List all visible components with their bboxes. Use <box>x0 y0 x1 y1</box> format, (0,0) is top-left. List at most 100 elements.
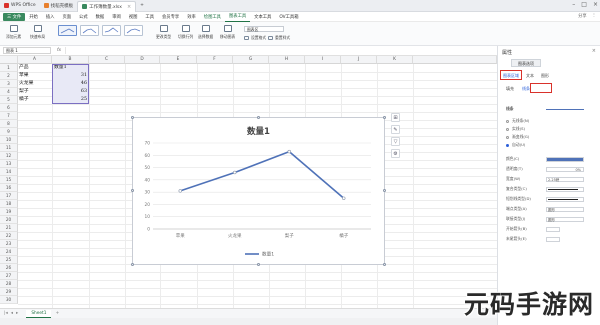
resize-handle-tl[interactable] <box>131 116 134 119</box>
close-tab-icon[interactable]: × <box>127 4 131 10</box>
row-header-11[interactable]: 11 <box>0 144 18 152</box>
cell-a1[interactable]: 产品 <box>19 64 52 72</box>
line-section-header[interactable]: 线条 <box>506 106 596 112</box>
row-header-29[interactable]: 29 <box>0 288 18 296</box>
row-header-1[interactable]: 1 <box>0 64 18 72</box>
cell-a3[interactable]: 火龙果 <box>19 80 52 88</box>
menu-efficiency[interactable]: 效率 <box>183 12 200 22</box>
col-header-a[interactable]: A <box>18 56 52 64</box>
row-header-10[interactable]: 10 <box>0 136 18 144</box>
new-tab-button[interactable]: + <box>136 1 148 11</box>
row-header-15[interactable]: 15 <box>0 176 18 184</box>
line-tab[interactable]: 线条 <box>522 86 530 92</box>
col-header-h[interactable]: H <box>269 56 305 64</box>
row-header-5[interactable]: 5 <box>0 96 18 104</box>
menu-review[interactable]: 审阅 <box>108 12 125 22</box>
quick-layout-button[interactable]: 快速布局 <box>30 25 45 40</box>
menu-insert[interactable]: 插入 <box>42 12 59 22</box>
chart-filter-icon[interactable]: ▽ <box>391 137 400 146</box>
add-sheet-button[interactable]: + <box>55 311 59 316</box>
chart-style-1[interactable] <box>58 25 77 36</box>
formula-input[interactable] <box>65 47 495 54</box>
sheet-nav-first-icon[interactable]: |◂ <box>4 311 8 316</box>
dash-select[interactable] <box>546 196 584 202</box>
resize-handle-b[interactable] <box>257 263 260 266</box>
row-header-23[interactable]: 23 <box>0 240 18 248</box>
tab-wps-office[interactable]: WPS Office <box>0 1 40 11</box>
row-header-3[interactable]: 3 <box>0 80 18 88</box>
close-window-icon[interactable]: × <box>593 1 598 8</box>
join-select[interactable]: 圆形 <box>546 216 584 222</box>
opt-auto-line[interactable]: 自动(U) <box>506 142 596 148</box>
reset-style-button[interactable]: 重置样式 <box>268 35 290 41</box>
col-header-g[interactable]: G <box>233 56 269 64</box>
menu-file[interactable]: 三 文件 <box>3 12 26 21</box>
tab-template[interactable]: 找稻壳模板 <box>40 1 78 11</box>
row-header-28[interactable]: 28 <box>0 280 18 288</box>
fill-tab[interactable]: 填充 <box>506 86 514 92</box>
line-chart[interactable]: 数量1 0 10 20 30 40 50 60 70 苹果 火龙果 梨子 橘子 数量1 <box>131 116 386 266</box>
transparency-input[interactable]: 0% <box>546 166 584 172</box>
row-header-18[interactable]: 18 <box>0 200 18 208</box>
end-arrow-select[interactable] <box>546 236 560 242</box>
row-header-9[interactable]: 9 <box>0 128 18 136</box>
chart-options-tab[interactable]: 图表选项 <box>511 59 541 67</box>
col-header-f[interactable]: F <box>197 56 233 64</box>
col-header-d[interactable]: D <box>125 56 160 64</box>
color-picker[interactable] <box>546 156 584 162</box>
cell-a5[interactable]: 橘子 <box>19 96 52 104</box>
resize-handle-r[interactable] <box>383 189 386 192</box>
menu-ov-toolbox[interactable]: OV工具箱 <box>275 12 302 22</box>
chart-element-select[interactable]: 图表区 <box>244 26 284 32</box>
row-header-12[interactable]: 12 <box>0 152 18 160</box>
chart-elements-icon[interactable]: ⊞ <box>391 113 400 122</box>
subtab-text[interactable]: 文本 <box>524 72 536 80</box>
subtab-shape[interactable]: 图形 <box>539 72 551 80</box>
chart-style-3[interactable] <box>102 25 121 36</box>
minimize-icon[interactable]: – <box>572 1 575 8</box>
select-all-corner[interactable] <box>0 56 18 64</box>
menu-view[interactable]: 视图 <box>125 12 142 22</box>
row-header-30[interactable]: 30 <box>0 296 18 304</box>
menu-drawing-tools[interactable]: 绘图工具 <box>200 12 225 22</box>
opt-no-line[interactable]: 无线条(N) <box>506 118 596 124</box>
resize-handle-tr[interactable] <box>383 116 386 119</box>
sheet-tab-sheet1[interactable]: Sheet1 <box>26 309 52 318</box>
row-header-6[interactable]: 6 <box>0 104 18 112</box>
col-header-k[interactable]: K <box>377 56 413 64</box>
row-header-21[interactable]: 21 <box>0 224 18 232</box>
row-header-19[interactable]: 19 <box>0 208 18 216</box>
menu-home[interactable]: 开始 <box>25 12 42 22</box>
menu-chart-tools[interactable]: 图表工具 <box>224 12 251 22</box>
chart-settings-icon[interactable]: ⚙ <box>391 149 400 158</box>
col-header-j[interactable]: J <box>341 56 377 64</box>
chart-style-2[interactable] <box>80 25 99 36</box>
menu-member[interactable]: 会员专享 <box>158 12 183 22</box>
add-element-button[interactable]: 添加元素 <box>6 25 21 40</box>
resize-handle-t[interactable] <box>257 116 260 119</box>
row-header-17[interactable]: 17 <box>0 192 18 200</box>
col-header-c[interactable]: C <box>89 56 125 64</box>
row-header-24[interactable]: 24 <box>0 248 18 256</box>
change-type-button[interactable]: 更改类型 <box>156 25 171 40</box>
switch-rowcol-button[interactable]: 切换行列 <box>178 25 193 40</box>
move-chart-button[interactable]: 移动图表 <box>220 25 235 40</box>
row-header-16[interactable]: 16 <box>0 184 18 192</box>
sheet-nav-prev-icon[interactable]: ◂ <box>11 311 13 316</box>
col-header-e[interactable]: E <box>160 56 197 64</box>
col-header-i[interactable]: I <box>305 56 341 64</box>
cell-a2[interactable]: 苹果 <box>19 72 52 80</box>
resize-handle-l[interactable] <box>131 189 134 192</box>
sheet-nav-next-icon[interactable]: ▸ <box>16 311 18 316</box>
row-header-13[interactable]: 13 <box>0 160 18 168</box>
cap-select[interactable]: 圆形 <box>546 206 584 212</box>
menu-text-tools[interactable]: 文本工具 <box>250 12 275 22</box>
panel-close-icon[interactable]: × <box>592 48 596 54</box>
menu-data[interactable]: 数据 <box>92 12 109 22</box>
cell-a4[interactable]: 梨子 <box>19 88 52 96</box>
row-header-25[interactable]: 25 <box>0 256 18 264</box>
row-header-26[interactable]: 26 <box>0 264 18 272</box>
resize-handle-br[interactable] <box>383 263 386 266</box>
select-data-button[interactable]: 选择数据 <box>198 25 213 40</box>
row-header-4[interactable]: 4 <box>0 88 18 96</box>
